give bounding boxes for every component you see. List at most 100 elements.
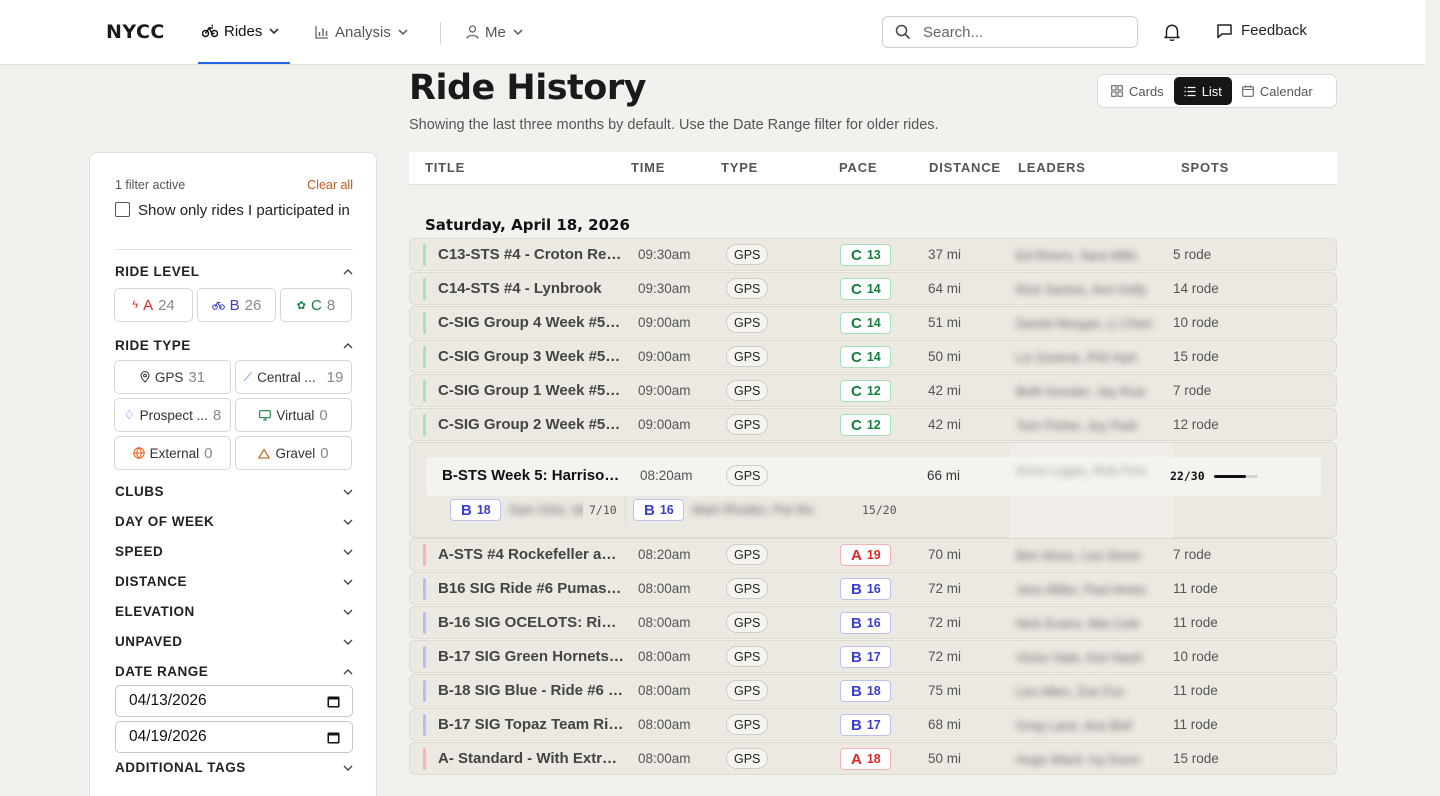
type-chip-external[interactable]: External 0 <box>114 436 231 470</box>
type-central-count: 19 <box>326 368 344 386</box>
ride-title[interactable]: B16 SIG Ride #6 Pumas Route <box>438 580 624 597</box>
ride-time: 09:00am <box>638 383 691 398</box>
table-row[interactable]: B-18 SIG Blue - Ride #6 - Nyack 08:00am … <box>409 674 1337 707</box>
type-prospect-label: Prospect ... <box>139 407 208 423</box>
ride-level-header[interactable]: RIDE LEVEL <box>115 264 353 279</box>
unpaved-header[interactable]: UNPAVED <box>115 634 353 649</box>
nav-me[interactable]: Me <box>466 0 524 64</box>
type-chip-virtual[interactable]: Virtual 0 <box>235 398 352 432</box>
view-cards-button[interactable]: Cards <box>1101 77 1174 105</box>
turtle-icon: ✿ <box>296 299 307 312</box>
col-time[interactable]: TIME <box>631 160 665 175</box>
table-row[interactable]: C-SIG Group 1 Week #5 - Nyack 09:00am GP… <box>409 374 1337 407</box>
ride-time: 08:00am <box>638 615 691 630</box>
type-gps-count: 31 <box>188 368 206 386</box>
table-row[interactable]: B16 SIG Ride #6 Pumas Route 08:00am GPS … <box>409 572 1337 605</box>
ride-title[interactable]: C13-STS #4 - Croton Reservoir <box>438 246 624 263</box>
ride-title[interactable]: B-17 SIG Topaz Team Ride #6 <box>438 716 624 733</box>
pace-badge: B 18 <box>840 680 891 702</box>
level-chip-a[interactable]: ϟ A 24 <box>114 288 193 322</box>
col-pace[interactable]: PACE <box>839 160 877 175</box>
type-virtual-count: 0 <box>319 406 328 424</box>
date-range-header[interactable]: DATE RANGE <box>115 664 353 679</box>
type-chip-prospect[interactable]: ♢ Prospect ... 8 <box>114 398 231 432</box>
feedback-button[interactable]: Feedback <box>1216 22 1307 39</box>
table-row[interactable]: C13-STS #4 - Croton Reservoir 09:30am GP… <box>409 238 1337 271</box>
ride-title[interactable]: C-SIG Group 1 Week #5 - Nyack <box>438 382 624 399</box>
distance-header[interactable]: DISTANCE <box>115 574 353 589</box>
participated-checkbox[interactable]: Show only rides I participated in <box>115 201 355 221</box>
leaders-text: Ben Moss, Lea Stone <box>1016 548 1141 563</box>
ride-time: 09:30am <box>638 247 691 262</box>
ride-leaders: Daniel Morgan, Li Chen <box>1010 307 1172 338</box>
table-row[interactable]: C-SIG Group 3 Week #5 - Nyack 09:00am GP… <box>409 340 1337 373</box>
pace-level: A <box>851 546 862 564</box>
col-title[interactable]: TITLE <box>425 160 465 175</box>
brand-logo[interactable]: NYCC <box>106 21 165 43</box>
pace-level: B <box>461 501 472 519</box>
leaf-icon: ⟋ <box>243 369 253 384</box>
ride-leaders: Greg Lane, Ava Bell <box>1010 709 1172 740</box>
pace-badge: A 18 <box>840 748 891 770</box>
col-leaders[interactable]: LEADERS <box>1018 160 1086 175</box>
group-item[interactable]: B 16 Mark Rhodes, Pat Wu 15/20 <box>633 499 897 521</box>
expanded-row[interactable]: B-STS Week 5: Harrison to Piermont 08:20… <box>409 442 1337 538</box>
calendar-icon <box>1242 85 1254 97</box>
ride-title[interactable]: B-16 SIG OCELOTS: Ride #6 <box>438 614 624 631</box>
date-from-input[interactable]: 04/13/2026 <box>115 685 353 717</box>
nav-analysis[interactable]: Analysis <box>315 0 409 64</box>
additional-tags-header[interactable]: ADDITIONAL TAGS <box>115 760 353 775</box>
date-to-input[interactable]: 04/19/2026 <box>115 721 353 753</box>
ride-level-label: RIDE LEVEL <box>115 264 200 279</box>
col-spots[interactable]: SPOTS <box>1181 160 1229 175</box>
ride-type-badge: GPS <box>726 380 769 401</box>
table-row[interactable]: C14-STS #4 - Lynbrook 09:30am GPS C 14 6… <box>409 272 1337 305</box>
level-c-label: C <box>311 296 322 314</box>
ride-title[interactable]: C-SIG Group 3 Week #5 - Nyack <box>438 348 624 365</box>
ride-type-badge: GPS <box>726 346 769 367</box>
chevron-down-icon <box>343 765 353 771</box>
level-chip-b[interactable]: B 26 <box>197 288 276 322</box>
ride-type-header[interactable]: RIDE TYPE <box>115 338 353 353</box>
table-row[interactable]: C-SIG Group 4 Week #5 - Nyack 09:00am GP… <box>409 306 1337 339</box>
nav-rides[interactable]: Rides <box>198 0 290 64</box>
ride-title[interactable]: A- Standard - With Extra Climbs <box>438 750 624 767</box>
pace-speed: 16 <box>659 503 674 517</box>
clear-all-button[interactable]: Clear all <box>307 178 353 192</box>
pace-speed: 16 <box>866 616 881 630</box>
ride-title[interactable]: A-STS #4 Rockefeller and Beyond <box>438 546 624 563</box>
table-row[interactable]: A-STS #4 Rockefeller and Beyond 08:20am … <box>409 538 1337 571</box>
elevation-header[interactable]: ELEVATION <box>115 604 353 619</box>
table-row[interactable]: B-16 SIG OCELOTS: Ride #6 08:00am GPS B … <box>409 606 1337 639</box>
col-distance[interactable]: DISTANCE <box>929 160 1001 175</box>
leaders-text: Jess Miller, Paul Ames <box>1016 582 1147 597</box>
level-chip-c[interactable]: ✿ C 8 <box>280 288 352 322</box>
ride-title[interactable]: B-17 SIG Green Hornets Ride #6 <box>438 648 624 665</box>
ride-leaders: Ed Rivers, Sara Mills <box>1010 239 1172 270</box>
ride-title[interactable]: C14-STS #4 - Lynbrook <box>438 280 624 297</box>
pace-badge: C 14 <box>840 346 891 368</box>
view-calendar-button[interactable]: Calendar <box>1232 77 1323 105</box>
day-of-week-header[interactable]: DAY OF WEEK <box>115 514 353 529</box>
notifications-button[interactable] <box>1162 22 1182 47</box>
checkbox[interactable] <box>115 202 130 217</box>
speed-header[interactable]: SPEED <box>115 544 353 559</box>
col-type[interactable]: TYPE <box>721 160 758 175</box>
search-input[interactable] <box>923 23 1123 41</box>
ride-title[interactable]: B-STS Week 5: Harrison to Piermont <box>442 467 624 484</box>
ride-title[interactable]: C-SIG Group 4 Week #5 - Nyack <box>438 314 624 331</box>
view-list-button[interactable]: List <box>1173 77 1232 105</box>
ride-time: 08:00am <box>638 717 691 732</box>
type-chip-gravel[interactable]: Gravel 0 <box>235 436 352 470</box>
table-row[interactable]: A- Standard - With Extra Climbs 08:00am … <box>409 742 1337 775</box>
ride-title[interactable]: B-18 SIG Blue - Ride #6 - Nyack <box>438 682 624 699</box>
clubs-header[interactable]: CLUBS <box>115 484 353 499</box>
ride-time: 09:30am <box>638 281 691 296</box>
table-row[interactable]: B-17 SIG Green Hornets Ride #6 08:00am G… <box>409 640 1337 673</box>
table-row[interactable]: B-17 SIG Topaz Team Ride #6 08:00am GPS … <box>409 708 1337 741</box>
ride-title[interactable]: C-SIG Group 2 Week #5 - Nyack <box>438 416 624 433</box>
group-item[interactable]: B 18 Sam Ortiz, Ida Ray 7/10 <box>450 499 617 521</box>
type-chip-central[interactable]: ⟋ Central ... 19 <box>235 360 352 394</box>
table-row[interactable]: C-SIG Group 2 Week #5 - Nyack 09:00am GP… <box>409 408 1337 441</box>
type-chip-gps[interactable]: GPS 31 <box>114 360 231 394</box>
